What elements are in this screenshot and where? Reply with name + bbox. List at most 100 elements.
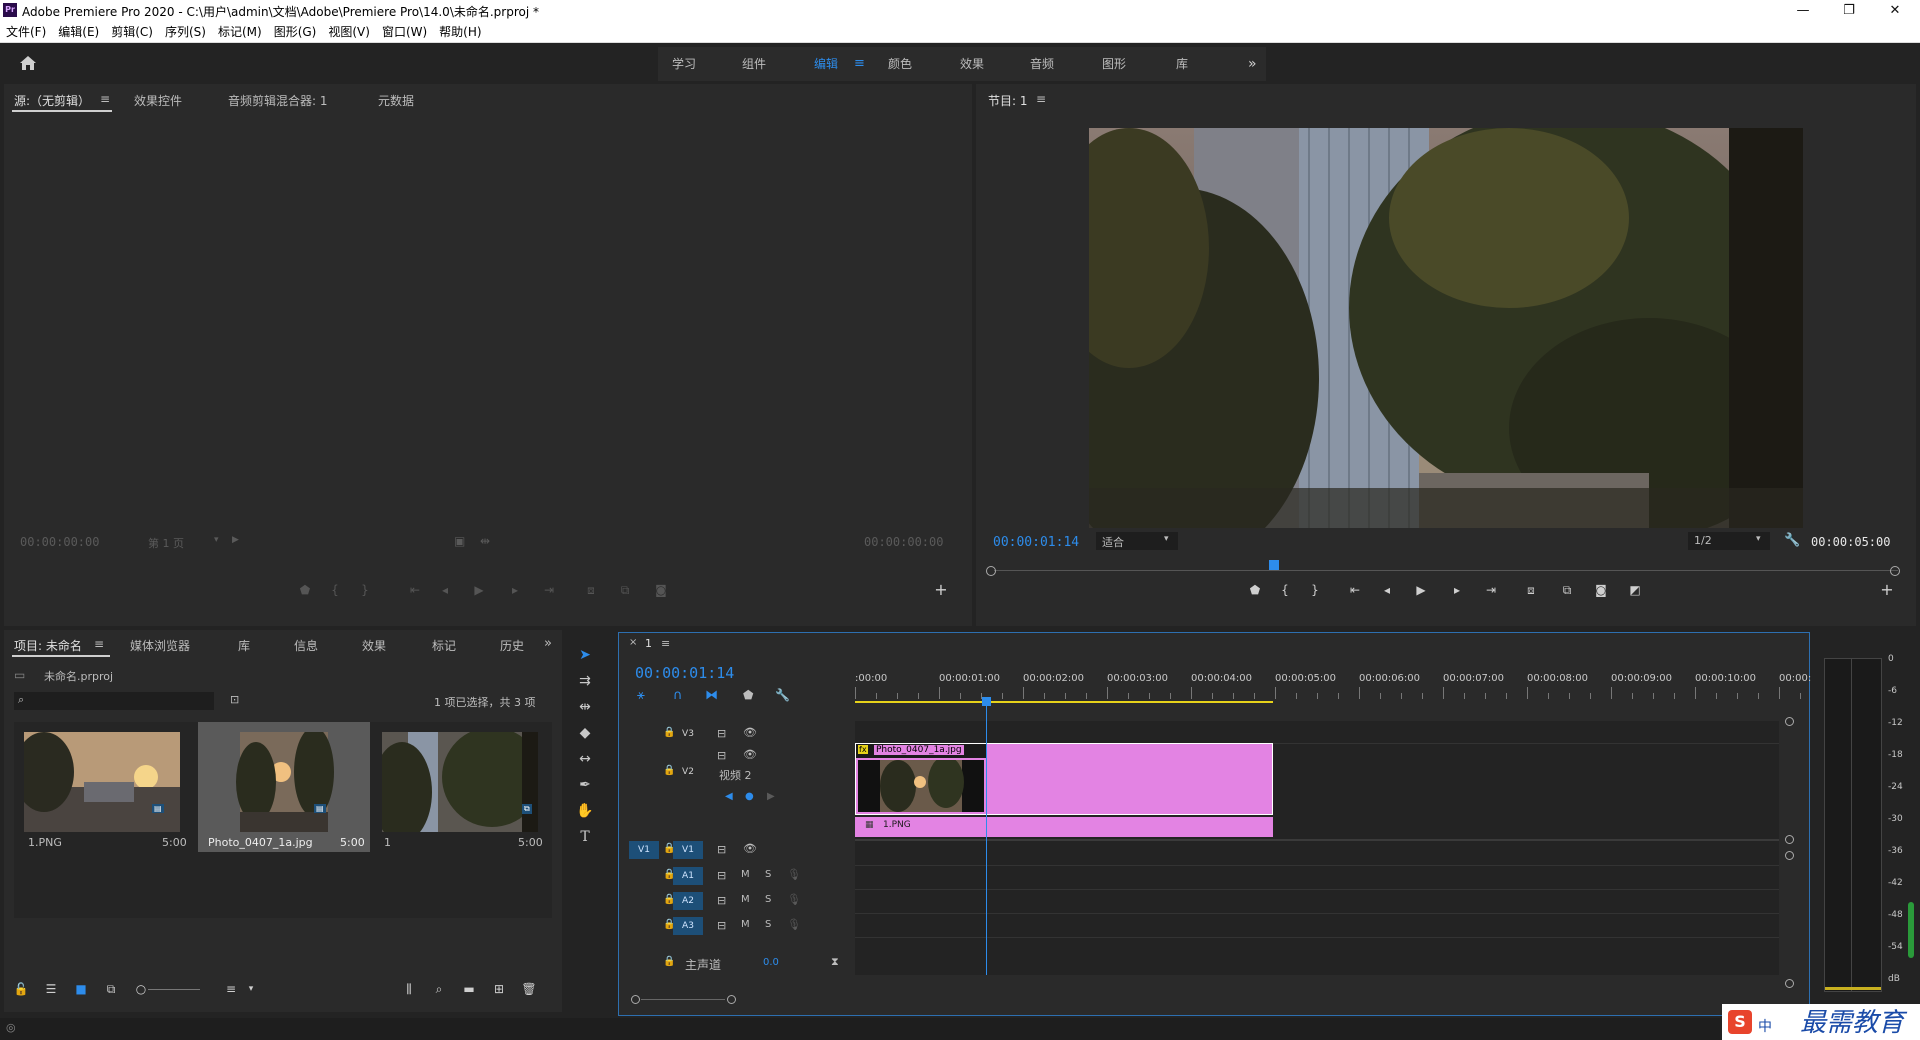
lock-icon[interactable]: 🔒 bbox=[663, 956, 675, 967]
lift-icon[interactable]: ⧈ bbox=[1520, 581, 1542, 599]
mute-button[interactable]: M bbox=[741, 894, 750, 905]
program-playhead[interactable] bbox=[1269, 560, 1280, 570]
track-area[interactable]: fx Photo_0407_1a.jpg ▦ 1.PNG bbox=[855, 721, 1779, 975]
icon-view-icon[interactable]: ■ bbox=[70, 980, 92, 998]
source-patch-v1[interactable]: V1 bbox=[629, 841, 659, 859]
pen-tool-icon[interactable]: ✒ bbox=[570, 774, 600, 796]
solo-button[interactable]: S bbox=[765, 894, 771, 905]
keyframe-prev-icon[interactable]: ◀ bbox=[725, 791, 733, 802]
scrub-end-handle[interactable] bbox=[1890, 566, 1900, 576]
snap-icon[interactable]: ∩ bbox=[673, 688, 683, 703]
tab-project[interactable]: 项目: 未命名 bbox=[14, 637, 82, 654]
insert-icon[interactable]: ⧈ bbox=[580, 581, 602, 599]
mark-out-icon[interactable]: } bbox=[354, 581, 376, 599]
keyframe-next-icon[interactable]: ▶ bbox=[767, 791, 775, 802]
wrench-icon[interactable]: 🔧 bbox=[1784, 533, 1800, 548]
v1-clip[interactable]: ▦ 1.PNG bbox=[855, 817, 1273, 837]
track-label-v1[interactable]: V1 bbox=[673, 841, 703, 859]
add-marker-icon[interactable]: ⬟ bbox=[294, 581, 316, 599]
workspace-menu-icon[interactable]: ≡ bbox=[854, 47, 865, 81]
sync-lock-icon[interactable]: ⊟ bbox=[717, 894, 726, 907]
fit-dropdown[interactable]: 适合 ▾ bbox=[1096, 532, 1178, 550]
timeline-settings-wrench-icon[interactable]: 🔧 bbox=[775, 688, 790, 702]
comparison-view-icon[interactable]: ◩ bbox=[1624, 581, 1646, 599]
master-expand-icon[interactable]: ⧗ bbox=[831, 955, 839, 969]
mark-out-icon[interactable]: } bbox=[1304, 581, 1326, 599]
zoom-handle-right[interactable] bbox=[727, 995, 736, 1004]
go-to-in-icon[interactable]: ⇤ bbox=[404, 581, 426, 599]
mute-button[interactable]: M bbox=[741, 869, 750, 880]
workspace-tab-effects[interactable]: 效果 bbox=[960, 47, 984, 81]
nest-toggle-icon[interactable]: ⚹ bbox=[637, 688, 645, 703]
scroll-handle[interactable] bbox=[1785, 979, 1794, 988]
master-volume-value[interactable]: 0.0 bbox=[763, 957, 779, 968]
timeline-timecode[interactable]: 00:00:01:14 bbox=[635, 664, 734, 682]
track-label-v3[interactable]: V3 bbox=[673, 725, 703, 743]
mark-in-icon[interactable]: { bbox=[324, 581, 346, 599]
sync-lock-icon[interactable]: ⊟ bbox=[717, 727, 726, 740]
tab-markers[interactable]: 标记 bbox=[432, 637, 456, 654]
freeform-view-icon[interactable]: ⧉ bbox=[100, 980, 122, 998]
step-forward-icon[interactable]: ▸ bbox=[504, 581, 526, 599]
playhead-handle[interactable] bbox=[982, 697, 992, 706]
zoom-handle-left[interactable] bbox=[631, 995, 640, 1004]
workspace-tab-assembly[interactable]: 组件 bbox=[742, 47, 766, 81]
play-icon[interactable]: ▶ bbox=[468, 581, 490, 599]
timeline-zoom-scrollbar[interactable] bbox=[631, 993, 736, 1005]
panel-menu-icon[interactable]: ≡ bbox=[94, 637, 104, 651]
track-label-a3[interactable]: A3 bbox=[673, 917, 703, 935]
home-button[interactable] bbox=[8, 49, 48, 77]
tab-history[interactable]: 历史 bbox=[500, 637, 524, 654]
tab-libraries[interactable]: 库 bbox=[238, 637, 250, 654]
work-area-bar[interactable] bbox=[855, 701, 1273, 703]
mark-in-icon[interactable]: { bbox=[1274, 581, 1296, 599]
sync-lock-icon[interactable]: ⊟ bbox=[717, 919, 726, 932]
tab-info[interactable]: 信息 bbox=[294, 637, 318, 654]
panel-menu-icon[interactable]: ≡ bbox=[661, 637, 670, 650]
close-button[interactable]: ✕ bbox=[1872, 0, 1918, 22]
track-label-a2[interactable]: A2 bbox=[673, 892, 703, 910]
timeline-playhead[interactable] bbox=[982, 697, 992, 975]
project-item[interactable]: ⧉ 1 5:00 bbox=[372, 722, 546, 852]
microphone-icon[interactable]: 🎙 bbox=[787, 893, 801, 906]
play-icon[interactable]: ▶ bbox=[1410, 581, 1432, 599]
project-search-input[interactable]: ⌕ bbox=[14, 692, 214, 710]
panel-menu-icon[interactable]: ≡ bbox=[100, 92, 110, 106]
solo-button[interactable]: S bbox=[765, 869, 771, 880]
workspace-tab-learn[interactable]: 学习 bbox=[672, 47, 696, 81]
export-frame-icon[interactable]: ◙ bbox=[650, 581, 672, 599]
eye-icon[interactable]: 👁 bbox=[743, 842, 757, 855]
slip-tool-icon[interactable]: ↔ bbox=[570, 748, 600, 770]
menu-window[interactable]: 窗口(W) bbox=[376, 22, 433, 42]
overwrite-icon[interactable]: ⧉ bbox=[614, 581, 636, 599]
list-view-icon[interactable]: ☰ bbox=[40, 980, 62, 998]
scroll-handle[interactable] bbox=[1785, 851, 1794, 860]
go-to-in-icon[interactable]: ⇤ bbox=[1344, 581, 1366, 599]
workspace-tab-editing[interactable]: 编辑 bbox=[814, 47, 838, 81]
close-sequence-icon[interactable]: × bbox=[629, 637, 637, 648]
maximize-button[interactable]: ❐ bbox=[1826, 0, 1872, 22]
find-icon[interactable]: ⌕ bbox=[428, 980, 450, 998]
tab-source[interactable]: 源:（无剪辑） bbox=[14, 92, 90, 109]
tab-media-browser[interactable]: 媒体浏览器 bbox=[130, 637, 190, 654]
program-scrub-bar[interactable] bbox=[984, 560, 1908, 580]
menu-edit[interactable]: 编辑(E) bbox=[52, 22, 105, 42]
export-frame-icon[interactable]: ◙ bbox=[1590, 581, 1612, 599]
menu-clip[interactable]: 剪辑(C) bbox=[105, 22, 159, 42]
zoom-slider-track[interactable] bbox=[148, 989, 200, 990]
trash-icon[interactable]: 🗑 bbox=[518, 980, 540, 998]
microphone-icon[interactable]: 🎙 bbox=[787, 918, 801, 931]
sync-lock-icon[interactable]: ⊟ bbox=[717, 869, 726, 882]
go-to-out-icon[interactable]: ⇥ bbox=[1480, 581, 1502, 599]
keyframe-add-icon[interactable]: ● bbox=[745, 791, 754, 802]
track-select-tool-icon[interactable]: ⇉ bbox=[570, 670, 600, 692]
menu-markers[interactable]: 标记(M) bbox=[212, 22, 268, 42]
sync-lock-icon[interactable]: ⊟ bbox=[717, 749, 726, 762]
automate-to-sequence-icon[interactable]: ⫼ bbox=[398, 980, 420, 998]
menu-file[interactable]: 文件(F) bbox=[0, 22, 52, 42]
add-button-icon[interactable]: + bbox=[1876, 581, 1898, 599]
track-label-v2[interactable]: V2 bbox=[673, 763, 703, 781]
menu-view[interactable]: 视图(V) bbox=[322, 22, 376, 42]
sort-icon[interactable]: ≡ bbox=[220, 980, 242, 998]
menu-graphics[interactable]: 图形(G) bbox=[268, 22, 323, 42]
